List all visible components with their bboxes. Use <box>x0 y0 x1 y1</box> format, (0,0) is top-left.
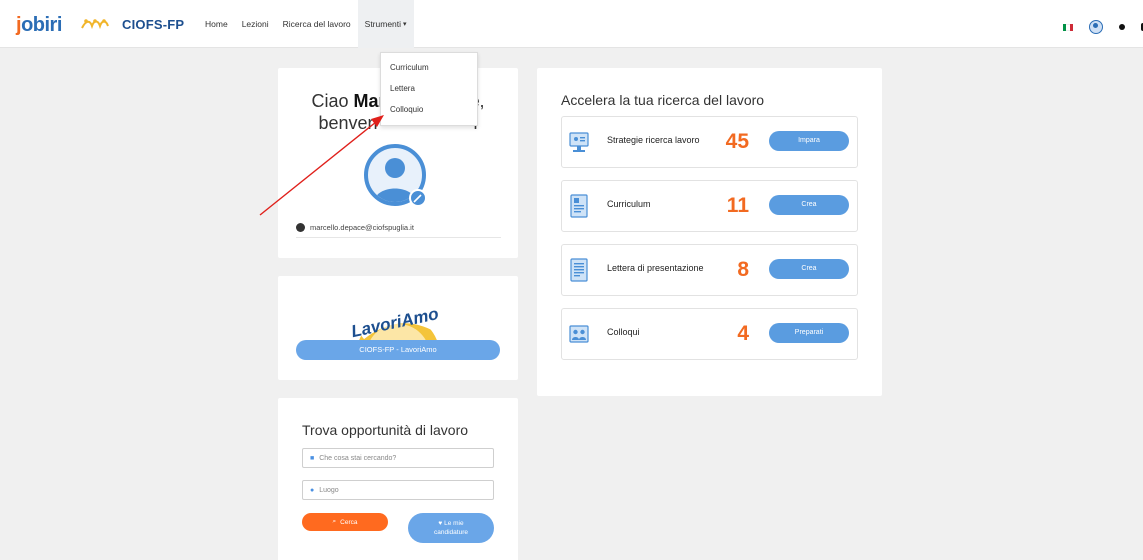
welcome-start: benven <box>318 113 378 133</box>
search-button-label: Cerca <box>340 518 358 526</box>
dropdown-item-curriculum[interactable]: Curriculum <box>381 63 477 84</box>
feature-lettera: Lettera di presentazione 8 Crea <box>561 244 858 296</box>
dropdown-item-lettera[interactable]: Lettera <box>381 84 477 105</box>
impara-button[interactable]: Impara <box>769 131 849 151</box>
feature-count: 45 <box>725 130 749 153</box>
ciofs-logo-text: CIOFS-FP <box>122 16 185 32</box>
feature-label: Lettera di presentazione <box>607 263 704 273</box>
heart-icon: ♥ Le mie <box>438 520 464 527</box>
strumenti-dropdown: Curriculum Lettera Colloquio <box>380 52 478 126</box>
top-right-actions <box>1063 20 1143 34</box>
jobiri-logo[interactable]: jobiri <box>16 14 62 36</box>
top-navbar: jobiri CIOFS-FP Home Lezioni Ricerca del… <box>0 0 1143 48</box>
greeting-suffix: , <box>479 91 485 111</box>
feature-colloqui: Colloqui 4 Preparati <box>561 308 858 360</box>
nav-lezioni[interactable]: Lezioni <box>235 0 276 48</box>
greeting-prefix: Ciao <box>311 91 354 111</box>
email-row: marcello.depace@ciofspuglia.it <box>296 218 501 238</box>
user-avatar-icon[interactable] <box>1089 20 1103 34</box>
feature-count: 11 <box>726 194 749 217</box>
notification-icon[interactable] <box>1119 24 1125 30</box>
profile-avatar[interactable] <box>362 142 432 212</box>
lavoriamo-card: LavoriAmo CIOFS-FP - LavoriAmo <box>278 276 518 380</box>
search-button[interactable]: ⌕ Cerca <box>302 513 388 531</box>
location-placeholder: Luogo <box>319 486 339 494</box>
user-email: marcello.depace@ciofspuglia.it <box>310 223 414 232</box>
feature-count: 4 <box>737 322 749 345</box>
jobiri-logo-rest: obiri <box>21 13 62 36</box>
user-circle-icon <box>296 223 305 232</box>
feature-label: Curriculum <box>607 199 651 209</box>
nav-strumenti[interactable]: Strumenti ▾ <box>357 0 414 48</box>
letter-icon <box>570 258 588 282</box>
job-search-title: Trova opportunità di lavoro <box>302 422 469 438</box>
my-applications-button[interactable]: ♥ Le mie candidature <box>408 513 494 543</box>
main-nav: Home Lezioni Ricerca del lavoro Strument… <box>198 0 414 48</box>
user-avatar-large-icon <box>364 144 427 207</box>
ciofs-swirl-icon <box>81 19 109 30</box>
monitor-icon <box>569 132 589 152</box>
chevron-down-icon: ▾ <box>403 21 407 28</box>
job-search-card: Trova opportunità di lavoro ■ Che cosa s… <box>278 398 518 560</box>
crea-curriculum-button[interactable]: Crea <box>769 195 849 215</box>
feature-strategie: Strategie ricerca lavoro 45 Impara <box>561 116 858 168</box>
accelerate-card: Accelera la tua ricerca del lavoro Strat… <box>537 68 882 396</box>
preparati-button[interactable]: Preparati <box>769 323 849 343</box>
feature-curriculum: Curriculum 11 Crea <box>561 180 858 232</box>
what-search-placeholder: Che cosa stai cercando? <box>319 454 397 462</box>
what-search-input[interactable]: ■ Che cosa stai cercando? <box>302 448 494 468</box>
italian-flag-icon[interactable] <box>1063 23 1073 31</box>
search-icon: ⌕ <box>332 518 337 525</box>
nav-ricerca-lavoro[interactable]: Ricerca del lavoro <box>276 0 358 48</box>
applications-label-1: Le mie <box>444 520 464 527</box>
ciofs-logo[interactable]: CIOFS-FP <box>80 16 184 32</box>
feature-label: Strategie ricerca lavoro <box>607 135 700 145</box>
briefcase-icon: ■ <box>310 454 315 462</box>
location-pin-icon: ● <box>310 486 315 494</box>
document-icon <box>570 194 588 218</box>
lavoriamo-button[interactable]: CIOFS-FP - LavoriAmo <box>296 340 500 360</box>
feature-count: 8 <box>737 258 749 281</box>
dropdown-item-colloquio[interactable]: Colloquio <box>381 105 477 126</box>
nav-home[interactable]: Home <box>198 0 235 48</box>
feature-label: Colloqui <box>607 327 640 337</box>
nav-strumenti-label: Strumenti <box>364 19 402 29</box>
interview-icon <box>569 325 589 343</box>
location-input[interactable]: ● Luogo <box>302 480 494 500</box>
accelerate-title: Accelera la tua ricerca del lavoro <box>561 92 765 108</box>
crea-lettera-button[interactable]: Crea <box>769 259 849 279</box>
applications-label-2: candidature <box>434 529 468 536</box>
